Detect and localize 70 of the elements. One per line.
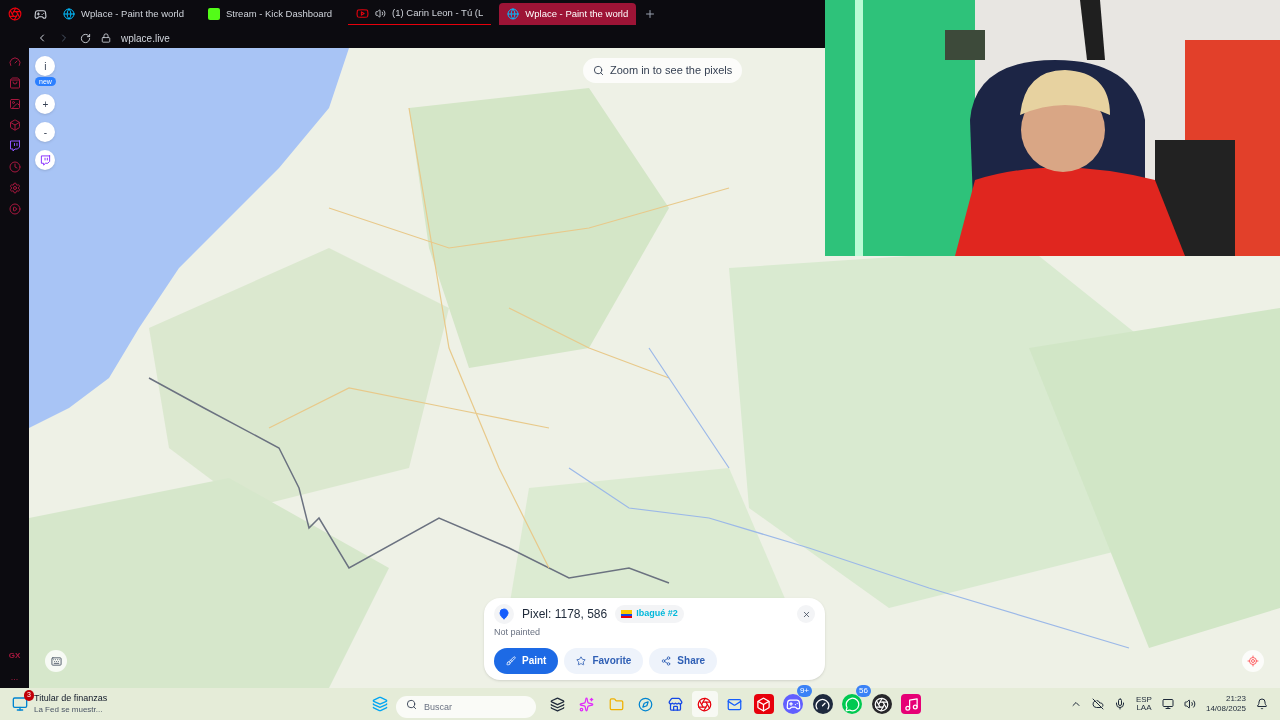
layout-code: LAA xyxy=(1136,704,1152,712)
locate-icon xyxy=(1247,655,1259,667)
pixel-status: Not painted xyxy=(494,626,542,639)
chat-bubble-icon xyxy=(844,696,860,712)
news-widget-icon[interactable] xyxy=(12,696,28,712)
news-text: La Fed se muestr... xyxy=(34,704,104,715)
folder-icon xyxy=(608,696,624,712)
settings-icon[interactable] xyxy=(8,182,21,194)
aperture-icon xyxy=(874,696,889,712)
brush-icon xyxy=(506,655,516,666)
store-icon xyxy=(667,696,683,712)
tab-title: Stream - Kick Dashboard xyxy=(225,6,333,21)
brand-label: GX xyxy=(8,649,21,662)
browser-logo-icon[interactable] xyxy=(8,7,22,21)
tab-title: Wplace - Paint the world xyxy=(525,6,629,21)
share-icon xyxy=(661,655,672,666)
news-title[interactable]: Titular de finanzas xyxy=(34,693,108,705)
gauge-icon xyxy=(815,696,830,712)
search-icon xyxy=(406,698,417,710)
action-button[interactable]: Paint xyxy=(494,647,559,674)
kick-logo-icon xyxy=(207,8,220,20)
address-bar[interactable]: wplace.live xyxy=(121,30,170,46)
new-tab-icon[interactable] xyxy=(644,8,657,20)
tab-title: (1) Carin Leon - Tú (L xyxy=(392,6,484,21)
speaker-icon[interactable] xyxy=(375,8,387,19)
zoom-icon xyxy=(593,64,604,76)
flag-icon xyxy=(621,610,633,618)
music-note-icon xyxy=(903,696,919,712)
pixel-title: Pixel: 1178, 586 xyxy=(522,606,608,623)
clock-time: 21:23 xyxy=(1225,694,1246,704)
box-icon[interactable] xyxy=(8,119,21,131)
gauge-icon[interactable] xyxy=(8,56,21,68)
clock[interactable]: 21:23 14/08/2025 xyxy=(1205,694,1246,714)
twitch-icon[interactable] xyxy=(8,140,21,152)
sparkle-icon xyxy=(579,696,594,712)
lock-icon xyxy=(101,33,111,43)
language-code: ESP xyxy=(1135,696,1152,704)
video-play-icon xyxy=(356,7,370,20)
action-button[interactable]: Share xyxy=(649,647,718,674)
globe-icon xyxy=(507,8,520,20)
cloud-off-icon[interactable] xyxy=(1091,698,1104,710)
browser-tab[interactable]: Wplace - Paint the world xyxy=(55,3,192,25)
reload-icon[interactable] xyxy=(80,32,91,44)
compass-icon xyxy=(638,696,653,712)
action-button[interactable]: Favorite xyxy=(564,647,644,674)
mail-icon xyxy=(726,696,742,712)
bag-icon[interactable] xyxy=(8,77,21,89)
clock-date: 14/08/2025 xyxy=(1205,704,1246,714)
browser-tab[interactable]: Stream - Kick Dashboard xyxy=(199,3,341,25)
close-icon xyxy=(801,609,811,619)
star-icon xyxy=(576,655,587,666)
image-icon[interactable] xyxy=(8,98,21,110)
taskbar-search-field[interactable]: Buscar xyxy=(396,696,536,718)
stacked-windows-icon xyxy=(549,696,565,712)
twitch-icon xyxy=(39,154,51,166)
game-controller-icon xyxy=(785,696,801,712)
microphone-icon[interactable] xyxy=(1113,698,1126,710)
hint-text: Zoom in to see the pixels xyxy=(610,63,733,78)
ring-icon xyxy=(697,696,712,712)
volume-icon[interactable] xyxy=(1183,698,1196,710)
keyboard-icon xyxy=(50,655,62,667)
browser-tab[interactable]: Wplace - Paint the world xyxy=(499,3,637,25)
bell-icon[interactable] xyxy=(1256,698,1268,710)
globe-icon xyxy=(63,8,75,20)
language-indicator[interactable]: ESP LAA xyxy=(1135,696,1152,712)
close-button[interactable] xyxy=(797,605,815,623)
tab-title: Wplace - Paint the world xyxy=(81,6,184,21)
browser-tab[interactable]: (1) Carin Leon - Tú (L xyxy=(348,3,492,25)
controller-icon[interactable] xyxy=(34,7,47,21)
map-pin-icon xyxy=(498,608,510,620)
